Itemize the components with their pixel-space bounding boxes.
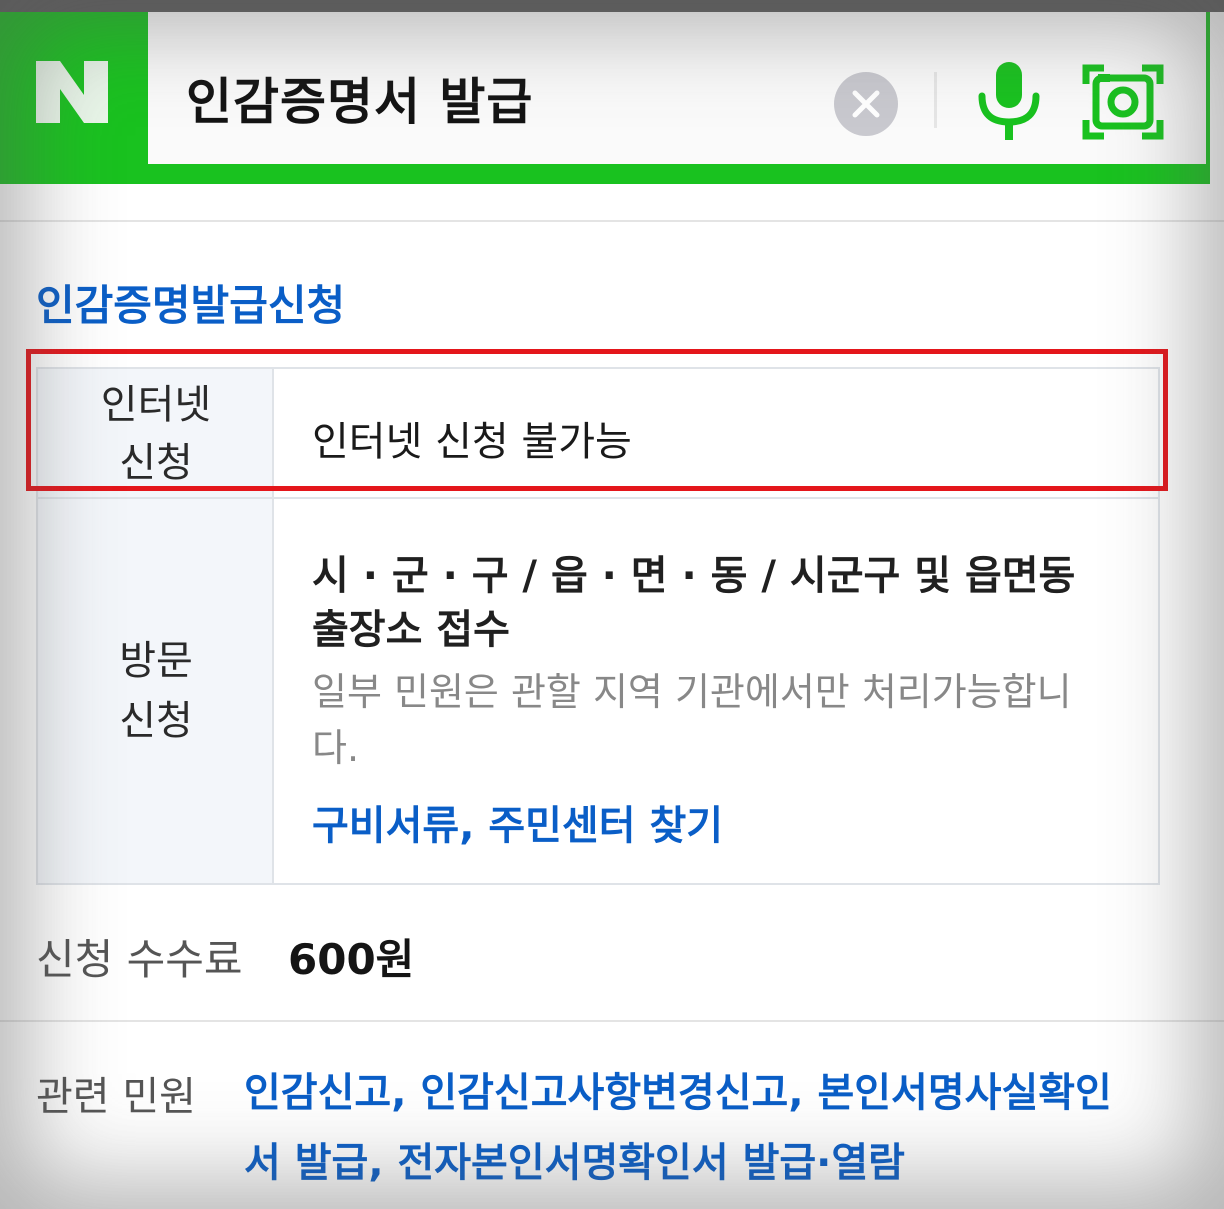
result-title-link[interactable]: 인감증명발급신청 [36,272,345,333]
microphone-icon [978,62,1040,140]
internet-apply-value: 인터넷 신청 불가능 [312,419,632,465]
th-internet-line2: 신청 [119,440,193,486]
th-visit-line2: 신청 [119,698,193,744]
smart-lens-button[interactable] [1082,62,1164,142]
visit-note-line1: 일부 민원은 관할 지역 기관에서만 처리가능합니 [312,670,1072,714]
th-internet-line1: 인터넷 [100,382,212,428]
info-table: 인터넷 신청 인터넷 신청 불가능 방문 신청 시 · 군 · 구 / 읍 · … [36,367,1160,885]
visit-apply-value-line2: 출장소 접수 [312,607,510,653]
search-divider [934,72,937,128]
voice-search-button[interactable] [972,60,1046,142]
naver-logo[interactable] [0,12,144,172]
clear-button[interactable] [834,72,898,136]
related-label: 관련 민원 [36,1074,196,1120]
related-link[interactable]: 인감신고사항변경신고 [420,1070,788,1116]
visit-apply-value-line1: 시 · 군 · 구 / 읍 · 면 · 동 / 시군구 및 읍면동 [312,553,1076,599]
fee-value: 600원 [288,935,415,984]
clear-icon [852,90,880,118]
row-separator [38,497,1158,499]
related-link[interactable]: 전자본인서명확인서 발급·열람 [397,1140,905,1186]
top-strip [0,0,1224,12]
visit-note-line2: 다. [312,726,360,770]
documents-center-link[interactable]: 구비서류, 주민센터 찾기 [312,793,723,851]
related-links: 인감신고, 인감신고사항변경신고, 본인서명사실확인서 발급, 전자본인서명확인… [244,1070,1112,1186]
divider [0,1020,1224,1022]
related-link[interactable]: 인감신고 [244,1070,391,1116]
fee-label: 신청 수수료 [36,935,243,984]
divider [0,220,1224,222]
smart-lens-icon [1082,64,1164,140]
th-visit-line1: 방문 [119,638,193,684]
naver-logo-icon [36,61,108,123]
search-query-text[interactable]: 인감증명서 발급 [186,62,533,134]
